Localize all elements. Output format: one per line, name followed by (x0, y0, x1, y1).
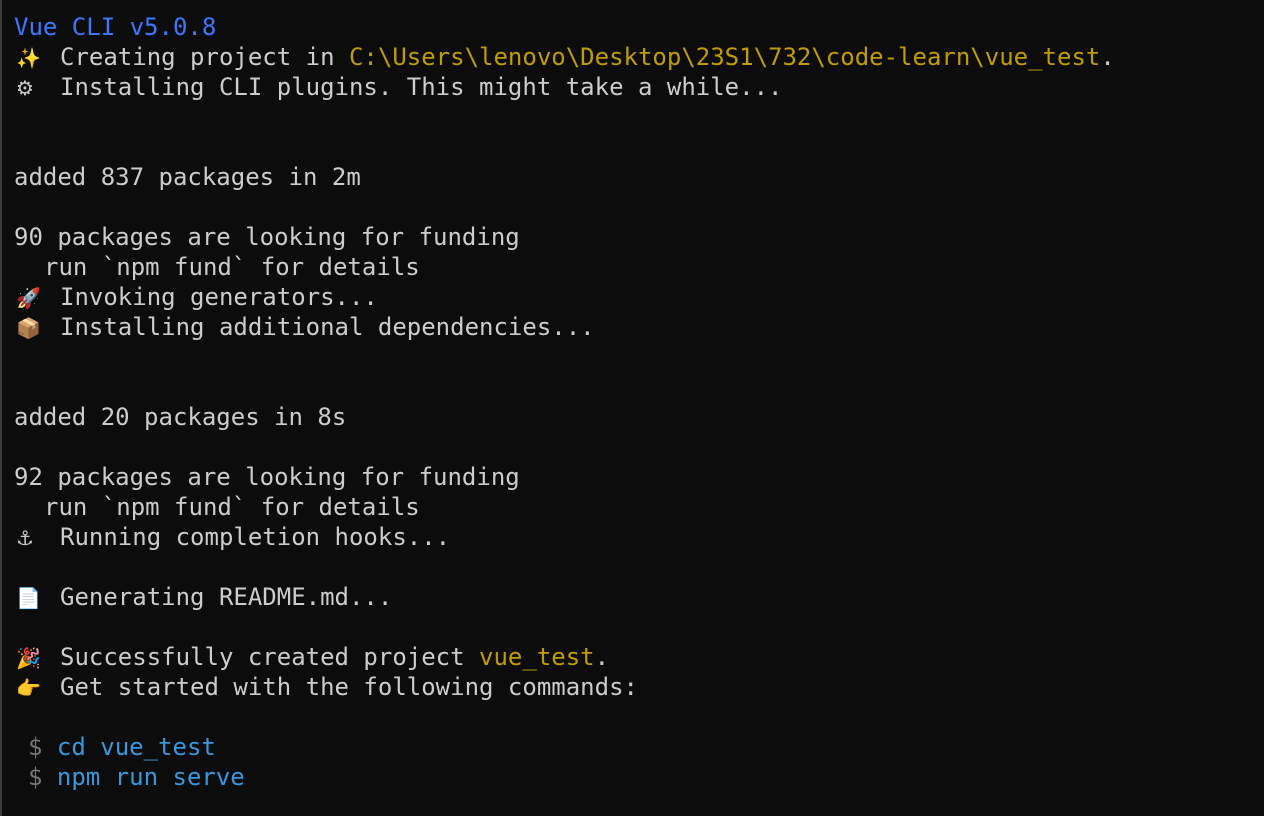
added-packages-line: added 837 packages in 2m (14, 163, 361, 191)
generating-readme-line: 📄 Generating README.md... (14, 582, 1264, 612)
success-line: 🎉 Successfully created project vue_test. (14, 642, 1264, 672)
creating-text: Creating project in (60, 43, 349, 71)
command-text[interactable]: npm run serve (57, 763, 245, 791)
sparkles-icon: ✨ (16, 46, 41, 70)
installing-plugins-line: ⚙ Installing CLI plugins. This might take… (14, 72, 1264, 102)
left-edge-bar (0, 0, 2, 816)
added-packages-line: added 20 packages in 8s (14, 403, 347, 431)
pointing-hand-icon: 👉 (16, 676, 41, 700)
anchor-icon: ⚓ (16, 526, 34, 550)
document-icon: 📄 (16, 586, 41, 610)
hooks-text: Running completion hooks... (60, 523, 451, 551)
invoking-text: Invoking generators... (60, 283, 378, 311)
get-started-text: Get started with the following commands: (60, 673, 638, 701)
get-started-line: 👉 Get started with the following commands… (14, 672, 1264, 702)
project-name: vue_test (479, 643, 595, 671)
fund-hint-line: run `npm fund` for details (14, 252, 1264, 282)
party-popper-icon: 🎉 (16, 646, 41, 670)
completion-hooks-line: ⚓ Running completion hooks... (14, 522, 1264, 552)
rocket-icon: 🚀 (16, 286, 41, 310)
vue-cli-version: Vue CLI v5.0.8 (14, 13, 217, 41)
command-line: $ cd vue_test (14, 732, 1264, 762)
fund-hint-text: run `npm fund` for details (44, 493, 420, 521)
funding-line: 92 packages are looking for funding (14, 463, 520, 491)
readme-text: Generating README.md... (60, 583, 393, 611)
installing-dependencies-line: 📦 Installing additional dependencies... (14, 312, 1264, 342)
additional-text: Installing additional dependencies... (60, 313, 595, 341)
funding-line: 90 packages are looking for funding (14, 223, 520, 251)
creating-tail: . (1100, 43, 1115, 71)
command-line: $ npm run serve (14, 762, 1264, 792)
fund-hint-text: run `npm fund` for details (44, 253, 420, 281)
prompt-symbol: $ (28, 733, 43, 761)
success-text: Successfully created project (60, 643, 480, 671)
installing-plugins-text: Installing CLI plugins. This might take … (60, 73, 783, 101)
package-icon: 📦 (16, 316, 41, 340)
project-path: C:\Users\lenovo\Desktop\23S1\732\code-le… (348, 43, 1101, 71)
success-tail: . (594, 643, 610, 671)
terminal-window[interactable]: Vue CLI v5.0.8 ✨ Creating project in C:\U… (0, 0, 1264, 816)
command-text[interactable]: cd vue_test (57, 733, 216, 761)
creating-project-line: ✨ Creating project in C:\Users\lenovo\Des… (14, 42, 1264, 72)
fund-hint-line: run `npm fund` for details (14, 492, 1264, 522)
gear-icon: ⚙ (16, 76, 34, 100)
prompt-symbol: $ (28, 763, 43, 791)
invoking-generators-line: 🚀 Invoking generators... (14, 282, 1264, 312)
